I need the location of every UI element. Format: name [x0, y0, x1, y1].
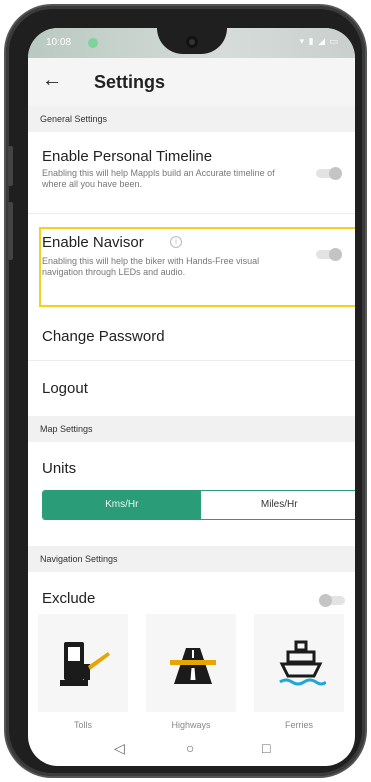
- nav-home-icon[interactable]: ○: [186, 740, 194, 756]
- divider: [28, 360, 355, 361]
- navisor-title: Enable Navisor: [42, 234, 144, 251]
- exclude-label: Exclude: [42, 590, 96, 607]
- volume-button: [8, 146, 13, 186]
- units-segmented-control: Kms/Hr Miles/Hr: [42, 490, 355, 520]
- units-kms-option[interactable]: Kms/Hr: [43, 491, 201, 519]
- page-title: Settings: [94, 72, 166, 92]
- timeline-title: Enable Personal Timeline: [42, 148, 213, 165]
- nav-recents-icon[interactable]: □: [262, 740, 270, 756]
- section-header-navigation: Navigation Settings: [28, 546, 355, 572]
- section-header-general: General Settings: [28, 106, 355, 132]
- toggle-thumb: [329, 248, 342, 261]
- phone-frame: 10:08 ▾ ▮ ◢ ▭ ← Settings General Setting…: [6, 6, 365, 776]
- timeline-toggle[interactable]: [316, 167, 342, 180]
- exclude-highways-card[interactable]: [146, 614, 236, 712]
- exclude-ferries-label: Ferries: [284, 720, 313, 730]
- navisor-toggle[interactable]: [316, 248, 342, 261]
- navisor-description: Enabling this will help the biker with H…: [42, 256, 260, 277]
- nav-back-icon[interactable]: ◁: [114, 740, 125, 757]
- section-header-map: Map Settings: [28, 416, 355, 442]
- status-icons: ▾ ▮ ◢ ▭: [299, 36, 339, 46]
- change-password-item[interactable]: Change Password: [42, 328, 165, 345]
- power-button: [8, 202, 13, 260]
- exclude-ferries-card[interactable]: [254, 614, 344, 712]
- units-miles-option[interactable]: Miles/Hr: [200, 491, 355, 519]
- ferry-icon: [279, 640, 326, 686]
- divider: [28, 213, 355, 214]
- status-time: 10:08: [46, 37, 72, 48]
- notification-dot-icon: [88, 38, 98, 48]
- toll-booth-icon: [60, 642, 110, 686]
- screen: 10:08 ▾ ▮ ◢ ▭ ← Settings General Setting…: [28, 28, 355, 766]
- timeline-description: Enabling this will help Mappls build an …: [42, 168, 275, 189]
- system-nav-bar: ◁ ○ □: [28, 734, 355, 766]
- camera-icon: [186, 36, 198, 48]
- exclude-tolls-label: Tolls: [73, 720, 92, 730]
- units-label: Units: [42, 460, 77, 477]
- exclude-tolls-card[interactable]: [38, 614, 128, 712]
- logout-item[interactable]: Logout: [42, 380, 88, 397]
- toggle-thumb: [329, 167, 342, 180]
- exclude-toggle[interactable]: [319, 594, 345, 607]
- exclude-highways-label: Highways: [171, 720, 211, 730]
- info-icon[interactable]: i: [170, 236, 182, 248]
- highway-icon: [170, 648, 216, 684]
- arrow-left-icon[interactable]: ←: [42, 69, 62, 92]
- toggle-thumb: [319, 594, 332, 607]
- app-bar: ← Settings: [28, 58, 355, 106]
